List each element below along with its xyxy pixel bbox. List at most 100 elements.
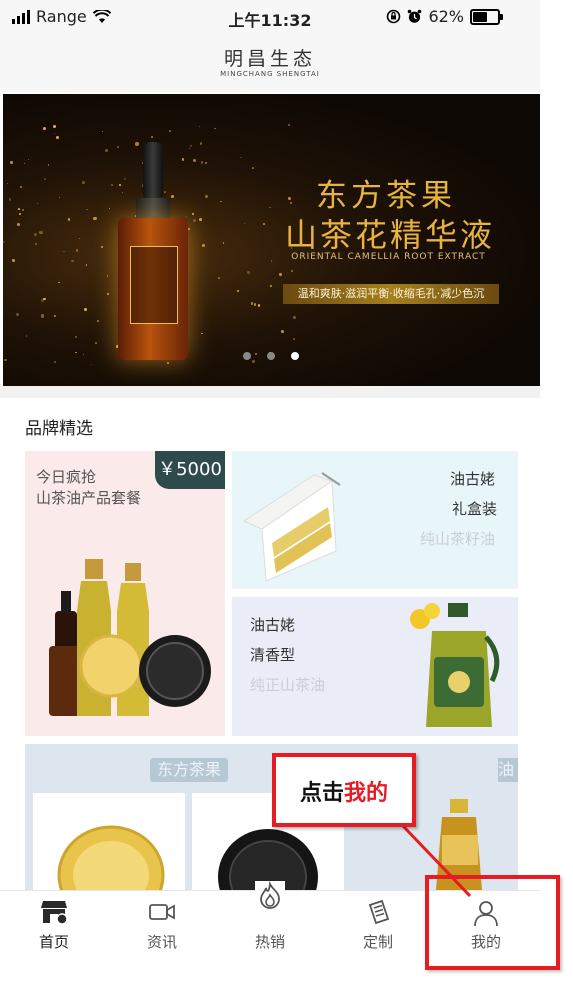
banner-sparkle bbox=[255, 352, 258, 355]
brand-pill-1[interactable]: 东方茶果 bbox=[150, 758, 228, 782]
banner-sparkle bbox=[270, 285, 273, 288]
banner-sparkle bbox=[7, 182, 9, 185]
brand-logo-en: MINGCHANG SHENGTAI bbox=[220, 70, 320, 78]
banner-sparkle bbox=[71, 259, 74, 263]
fragrant-oil-card[interactable]: 油古姥 清香型 纯正山茶油 bbox=[232, 597, 518, 736]
banner-sparkle bbox=[166, 361, 170, 365]
banner-sparkle bbox=[43, 177, 46, 180]
banner-sparkle bbox=[82, 180, 86, 184]
banner-sparkle bbox=[20, 185, 23, 188]
tab-news[interactable]: 资讯 bbox=[108, 891, 216, 961]
flame-icon bbox=[255, 881, 285, 911]
battery-fill bbox=[473, 11, 487, 22]
promo-line1: 今日疯抢 bbox=[36, 468, 97, 486]
annotation-text: 点击我的 bbox=[272, 775, 416, 807]
section-divider bbox=[0, 386, 540, 398]
gift-box-card[interactable]: 油古姥 礼盒装 纯山茶籽油 bbox=[232, 451, 518, 589]
banner-sparkle bbox=[250, 302, 254, 305]
tab-hot[interactable]: 热销 bbox=[216, 881, 324, 961]
banner-sparkle bbox=[257, 304, 260, 307]
banner-sparkle bbox=[4, 358, 7, 362]
banner-sparkle bbox=[111, 184, 113, 186]
product-tile-1[interactable] bbox=[33, 793, 185, 925]
qx-desc: 纯正山茶油 bbox=[250, 676, 326, 694]
banner-sparkle bbox=[240, 156, 242, 159]
banner-sparkle bbox=[198, 217, 202, 221]
banner-title-line1: 东方茶果 bbox=[316, 178, 456, 214]
banner-sparkle bbox=[15, 312, 20, 317]
banner-sparkle bbox=[220, 200, 222, 202]
banner-sparkle bbox=[18, 208, 21, 211]
annotation-text-prefix: 点击 bbox=[299, 781, 344, 806]
banner-sparkle bbox=[193, 219, 197, 223]
store-icon bbox=[41, 901, 68, 925]
banner-sparkle bbox=[3, 240, 6, 244]
banner-sparkle bbox=[67, 218, 71, 222]
banner-sparkle bbox=[55, 136, 60, 140]
banner-sparkle bbox=[58, 196, 60, 199]
banner-sparkle bbox=[263, 223, 266, 226]
banner-sparkle bbox=[104, 149, 108, 152]
banner-sparkle bbox=[237, 290, 239, 292]
banner-sparkle bbox=[53, 132, 55, 135]
banner-sparkle bbox=[17, 222, 20, 226]
banner-sparkle bbox=[85, 208, 88, 211]
banner-sparkle bbox=[96, 320, 99, 323]
status-right: 62% bbox=[386, 7, 503, 26]
rotation-lock-icon bbox=[387, 9, 401, 24]
banner-sparkle bbox=[269, 206, 272, 209]
gift-type: 礼盒装 bbox=[452, 500, 498, 518]
qx-brand: 油古姥 bbox=[250, 616, 296, 634]
banner-sparkle bbox=[201, 243, 205, 247]
banner-sparkle bbox=[205, 195, 209, 198]
banner-sparkle bbox=[94, 341, 98, 345]
banner-sparkle bbox=[47, 164, 50, 166]
banner-sparkle bbox=[279, 272, 283, 276]
tab-news-label: 资讯 bbox=[146, 933, 177, 951]
carousel-dot-2[interactable] bbox=[267, 352, 275, 360]
price-tag: ￥5000 bbox=[155, 451, 225, 489]
banner-sparkle bbox=[83, 353, 85, 355]
brand-pill-2[interactable]: 油 bbox=[498, 758, 518, 782]
banner-sparkle bbox=[214, 127, 216, 129]
banner-sparkle bbox=[199, 125, 201, 127]
banner-sparkle bbox=[151, 136, 153, 139]
banner-sparkle bbox=[271, 260, 273, 262]
alarm-icon bbox=[408, 9, 422, 23]
banner-sparkle bbox=[293, 338, 295, 340]
battery-percent: 62% bbox=[428, 7, 464, 26]
banner-sparkle bbox=[85, 264, 88, 266]
banner-sparkle bbox=[200, 142, 203, 145]
carousel-dot-3[interactable] bbox=[291, 352, 299, 360]
banner-sparkle bbox=[281, 330, 284, 334]
product-tin-image bbox=[57, 825, 165, 925]
banner-sparkle bbox=[11, 259, 15, 263]
banner-sparkle bbox=[247, 271, 250, 274]
banner-sparkle bbox=[54, 360, 57, 363]
banner-sparkle bbox=[18, 212, 21, 215]
carousel-dot-1[interactable] bbox=[243, 352, 251, 360]
banner-sparkle bbox=[26, 335, 28, 337]
banner-sparkle bbox=[218, 277, 220, 280]
banner-sparkle bbox=[24, 162, 26, 164]
battery-icon bbox=[470, 8, 503, 25]
banner-sparkle bbox=[41, 298, 45, 302]
banner-sparkle bbox=[91, 363, 93, 365]
banner-sparkle bbox=[43, 127, 46, 130]
promo-banner[interactable]: 东方茶果 山茶花精华液 ORIENTAL CAMELLIA ROOT EXTRA… bbox=[3, 94, 540, 386]
app-header: 明昌生态 MINGCHANG SHENGTAI bbox=[0, 34, 540, 92]
serum-bottle-image bbox=[118, 142, 188, 360]
brand-logo-cn: 明昌生态 bbox=[223, 48, 316, 70]
qx-type: 清香型 bbox=[250, 646, 296, 664]
section-title: 品牌精选 bbox=[25, 419, 93, 439]
banner-sparkle bbox=[27, 158, 29, 160]
banner-sparkle bbox=[102, 130, 104, 132]
tab-hot-label: 热销 bbox=[254, 933, 285, 951]
video-icon bbox=[149, 904, 175, 920]
banner-sparkle bbox=[101, 246, 103, 248]
banner-sparkle bbox=[35, 243, 38, 246]
banner-subtitle-en: ORIENTAL CAMELLIA ROOT EXTRACT bbox=[291, 252, 486, 262]
tab-home[interactable]: 首页 bbox=[0, 891, 108, 961]
gift-brand: 油古姥 bbox=[450, 470, 496, 488]
banner-sparkle bbox=[40, 314, 44, 318]
